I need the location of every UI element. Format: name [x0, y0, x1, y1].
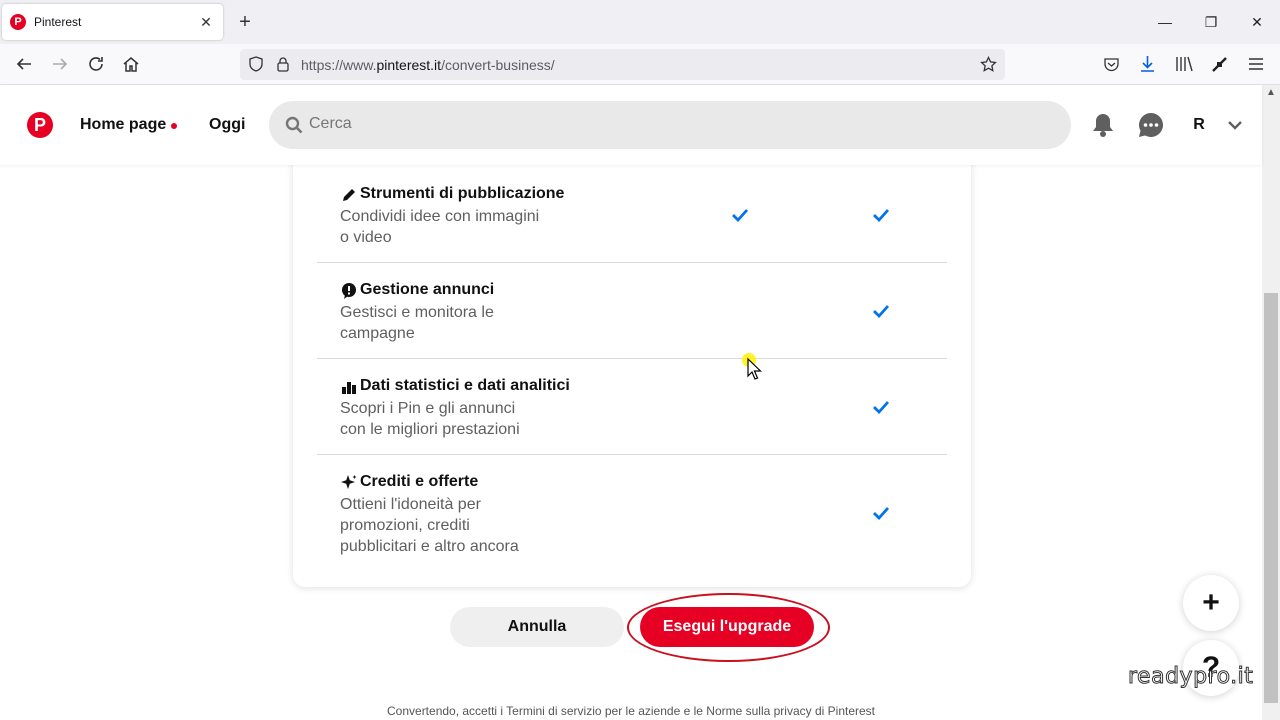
library-icon[interactable] — [1175, 56, 1193, 72]
feature-description: Gestisci e monitora le campagne — [340, 304, 494, 342]
home-icon[interactable] — [119, 52, 143, 76]
cancel-button[interactable]: Annulla — [450, 607, 624, 647]
megaphone-icon — [342, 283, 356, 299]
watermark: readypro.it — [1127, 664, 1254, 690]
feature-title: Crediti e offerte — [360, 473, 479, 490]
feature-row: Crediti e offerte Ottieni l'idoneità per… — [317, 473, 947, 563]
messages-icon[interactable] — [1138, 112, 1164, 138]
browser-nav-bar: https://www.pinterest.it/convert-busines… — [0, 44, 1280, 85]
mouse-cursor-icon — [741, 350, 763, 385]
feature-row: Dati statistici e dati analitici Scopri … — [317, 377, 947, 447]
menu-icon[interactable] — [1248, 57, 1264, 71]
pinterest-header: P Home page Oggi R — [0, 85, 1262, 165]
feature-title: Dati statistici e dati analitici — [360, 377, 570, 394]
back-icon[interactable] — [12, 52, 36, 76]
url-bar[interactable]: https://www.pinterest.it/convert-busines… — [240, 49, 1005, 80]
avatar[interactable]: R — [1187, 113, 1211, 137]
search-icon — [285, 116, 303, 134]
reload-icon[interactable] — [84, 52, 108, 76]
search-bar[interactable] — [269, 101, 1071, 149]
tab-title: Pinterest — [34, 15, 82, 29]
scrollbar-thumb[interactable] — [1264, 293, 1278, 703]
plus-icon: + — [1202, 586, 1220, 619]
bookmark-star-icon[interactable] — [980, 56, 997, 73]
checkmark-icon — [873, 209, 890, 222]
url-text: https://www.pinterest.it/convert-busines… — [301, 57, 555, 73]
sparkle-icon — [341, 475, 357, 489]
upgrade-button[interactable]: Esegui l'upgrade — [640, 607, 814, 647]
chevron-down-icon[interactable] — [1228, 120, 1242, 130]
row-divider — [317, 358, 947, 359]
feature-row: Strumenti di pubblicazione Condividi ide… — [317, 185, 947, 255]
nav-home[interactable]: Home page — [80, 116, 166, 134]
nav-today[interactable]: Oggi — [209, 116, 245, 134]
checkmark-icon — [873, 507, 890, 520]
pencil-icon — [343, 189, 355, 201]
notification-dot — [171, 123, 177, 129]
checkmark-icon — [873, 401, 890, 414]
pinterest-favicon-icon: P — [10, 14, 26, 30]
pinterest-logo-icon[interactable]: P — [27, 112, 53, 138]
feature-row: Gestione annunci Gestisci e monitora le … — [317, 281, 947, 351]
download-icon[interactable] — [1139, 55, 1156, 73]
feature-description: Condividi idee con immagini o video — [340, 208, 540, 246]
row-divider — [317, 454, 947, 455]
restore-icon[interactable]: ❐ — [1201, 12, 1221, 32]
row-divider — [317, 262, 947, 263]
forward-icon[interactable] — [48, 52, 72, 76]
browser-tab-bar: P Pinterest ✕ + — ❐ ✕ — [0, 0, 1280, 44]
close-tab-icon[interactable]: ✕ — [197, 13, 215, 31]
browser-tab[interactable]: P Pinterest ✕ — [2, 4, 223, 40]
feature-title: Gestione annunci — [360, 281, 495, 298]
add-fab-button[interactable]: + — [1183, 575, 1239, 631]
new-tab-icon[interactable]: + — [234, 11, 256, 33]
feature-description: Scopri i Pin e gli annunci con le miglio… — [340, 400, 520, 438]
search-input[interactable] — [309, 115, 1049, 133]
window-close-icon[interactable]: ✕ — [1247, 12, 1267, 32]
lock-icon[interactable] — [276, 56, 290, 72]
checkmark-icon — [873, 305, 890, 318]
extensions-icon[interactable] — [1211, 56, 1228, 73]
feature-description: Ottieni l'idoneità per promozioni, credi… — [340, 496, 519, 555]
notifications-bell-icon[interactable] — [1090, 112, 1116, 138]
minimize-icon[interactable]: — — [1155, 12, 1175, 32]
shield-icon[interactable] — [248, 56, 264, 72]
feature-title: Strumenti di pubblicazione — [360, 185, 565, 202]
pocket-icon[interactable] — [1103, 56, 1120, 73]
checkmark-icon — [732, 209, 749, 222]
scroll-up-arrow-icon[interactable]: ▲ — [1264, 87, 1278, 101]
terms-note: Convertendo, accetti i Termini di serviz… — [387, 704, 875, 718]
chart-icon — [342, 382, 356, 394]
